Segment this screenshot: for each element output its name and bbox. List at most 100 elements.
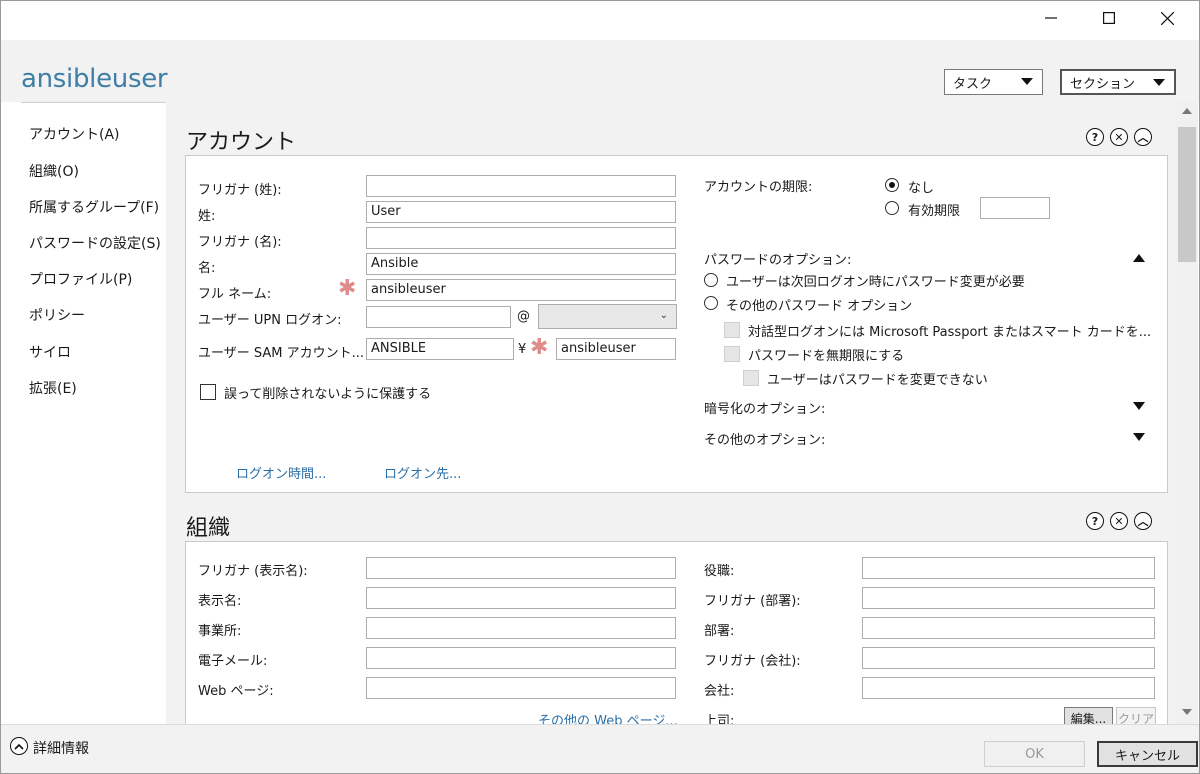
logon-to-link[interactable]: ログオン先... xyxy=(384,463,461,482)
header: ansibleuser タスク セクション xyxy=(1,40,1199,102)
expiry-label: アカウントの期限: xyxy=(704,180,813,195)
details-label[interactable]: 詳細情報 xyxy=(33,738,89,758)
edit-manager-button[interactable]: 編集... xyxy=(1064,707,1113,724)
manager-label: 上司: xyxy=(704,714,735,724)
sidebar-item-silo[interactable]: サイロ xyxy=(29,342,71,362)
password-options-label: パスワードのオプション: xyxy=(704,253,852,268)
cancel-button[interactable]: キャンセル xyxy=(1097,741,1198,767)
vertical-scrollbar[interactable] xyxy=(1176,102,1198,724)
must-change-radio[interactable] xyxy=(704,273,718,287)
minimize-icon[interactable] xyxy=(1028,0,1074,36)
furigana-first-field[interactable] xyxy=(366,227,676,249)
upn-field[interactable] xyxy=(366,306,511,328)
close-icon[interactable]: ✕ xyxy=(1110,512,1128,530)
cannot-change-checkbox[interactable] xyxy=(743,370,759,386)
company-furigana-field[interactable] xyxy=(862,647,1155,669)
office-field[interactable] xyxy=(366,617,676,639)
expiry-date-label: 有効期限 xyxy=(908,204,961,219)
company-field[interactable] xyxy=(862,677,1155,699)
ok-button[interactable]: OK xyxy=(984,741,1085,767)
display-name-furigana-field[interactable] xyxy=(366,557,676,579)
org-field-label: Web ページ: xyxy=(198,684,274,699)
tasks-dropdown[interactable]: タスク xyxy=(944,69,1043,95)
org-field-label: フリガナ (表示名): xyxy=(198,564,308,579)
full-name-field[interactable]: ansibleuser xyxy=(366,279,676,301)
expand-icon[interactable] xyxy=(1133,402,1145,410)
content-area: アカウント ? ✕ ︿ フリガナ (姓): 姓: User フリガナ (名): … xyxy=(166,102,1176,724)
sections-dropdown[interactable]: セクション xyxy=(1060,69,1176,95)
expiry-never-label: なし xyxy=(908,181,935,196)
clear-manager-button[interactable]: クリア xyxy=(1116,707,1156,724)
org-field-label: 電子メール: xyxy=(198,654,268,669)
never-expires-checkbox[interactable] xyxy=(724,346,740,362)
first-name-label: 名: xyxy=(198,261,216,276)
sidebar xyxy=(1,102,166,724)
sidebar-item-organization[interactable]: 組織(O) xyxy=(29,161,79,181)
protect-checkbox[interactable] xyxy=(200,384,216,400)
organization-panel: フリガナ (表示名): 表示名: 事業所: 電子メール: Web ページ: その… xyxy=(185,541,1168,724)
org-field-label: 表示名: xyxy=(198,594,242,609)
footer: 詳細情報 OK キャンセル xyxy=(1,724,1199,773)
sam-domain-field[interactable]: ANSIBLE xyxy=(366,338,514,360)
collapse-icon[interactable] xyxy=(1133,254,1145,262)
org-field-label: 会社: xyxy=(704,684,735,699)
first-name-field[interactable]: Ansible xyxy=(366,253,676,275)
other-password-radio[interactable] xyxy=(704,296,718,310)
department-furigana-field[interactable] xyxy=(862,587,1155,609)
close-icon[interactable] xyxy=(1144,0,1190,36)
expand-details-icon[interactable] xyxy=(10,737,28,755)
tasks-label: タスク xyxy=(953,76,993,92)
sidebar-item-extensions[interactable]: 拡張(E) xyxy=(29,378,77,398)
department-field[interactable] xyxy=(862,617,1155,639)
chevron-down-icon xyxy=(1153,79,1165,86)
account-panel: フリガナ (姓): 姓: User フリガナ (名): 名: Ansible フ… xyxy=(185,155,1168,493)
org-field-label: フリガナ (会社): xyxy=(704,654,801,669)
help-icon[interactable]: ? xyxy=(1086,128,1104,146)
maximize-icon[interactable] xyxy=(1086,0,1132,36)
never-expires-label: パスワードを無期限にする xyxy=(748,349,905,364)
sidebar-item-profile[interactable]: プロファイル(P) xyxy=(29,269,132,289)
smart-card-checkbox[interactable] xyxy=(724,322,740,338)
org-field-label: フリガナ (部署): xyxy=(704,594,801,609)
sidebar-item-password[interactable]: パスワードの設定(S) xyxy=(29,233,161,253)
help-icon[interactable]: ? xyxy=(1086,512,1104,530)
section-title-organization: 組織 xyxy=(186,516,231,541)
job-title-field[interactable] xyxy=(862,557,1155,579)
other-password-label: その他のパスワード オプション xyxy=(726,299,913,314)
chevron-down-icon: ⌄ xyxy=(659,310,668,321)
logon-hours-link[interactable]: ログオン時間... xyxy=(236,463,326,482)
scroll-down-icon[interactable] xyxy=(1182,709,1192,715)
last-name-field[interactable]: User xyxy=(366,201,676,223)
collapse-icon[interactable]: ︿ xyxy=(1134,512,1152,530)
sidebar-item-account[interactable]: アカウント(A) xyxy=(29,124,120,144)
sidebar-divider xyxy=(21,102,166,103)
web-page-field[interactable] xyxy=(366,677,676,699)
sam-label: ユーザー SAM アカウント... xyxy=(198,346,365,361)
expiry-date-field[interactable] xyxy=(980,197,1050,219)
required-icon: ✱ xyxy=(530,335,549,360)
chevron-down-icon xyxy=(1021,78,1033,85)
encryption-options-label: 暗号化のオプション: xyxy=(704,402,826,417)
furigana-last-field[interactable] xyxy=(366,175,676,197)
scrollbar-thumb[interactable] xyxy=(1178,127,1196,262)
scroll-up-icon[interactable] xyxy=(1182,108,1192,114)
display-name-field[interactable] xyxy=(366,587,676,609)
sam-account-field[interactable]: ansibleuser xyxy=(556,338,676,360)
sidebar-item-policy[interactable]: ポリシー xyxy=(29,305,85,325)
collapse-icon[interactable]: ︿ xyxy=(1134,128,1152,146)
expand-icon[interactable] xyxy=(1133,433,1145,441)
close-icon[interactable]: ✕ xyxy=(1110,128,1128,146)
account-section-icons: ? ✕ ︿ xyxy=(1086,128,1152,146)
sam-yen-sign: ¥ xyxy=(518,342,527,357)
section-title-account: アカウント xyxy=(186,130,297,155)
sections-label: セクション xyxy=(1070,76,1136,92)
sidebar-item-groups[interactable]: 所属するグループ(F) xyxy=(29,197,159,217)
org-field-label: 事業所: xyxy=(198,624,242,639)
expiry-never-radio[interactable] xyxy=(885,178,899,192)
other-web-pages-link[interactable]: その他の Web ページ... xyxy=(538,710,678,724)
email-field[interactable] xyxy=(366,647,676,669)
upn-domain-select[interactable]: ⌄ xyxy=(538,304,677,329)
furigana-first-label: フリガナ (名): xyxy=(198,235,282,250)
title-bar xyxy=(0,0,1200,40)
expiry-date-radio[interactable] xyxy=(885,201,899,215)
